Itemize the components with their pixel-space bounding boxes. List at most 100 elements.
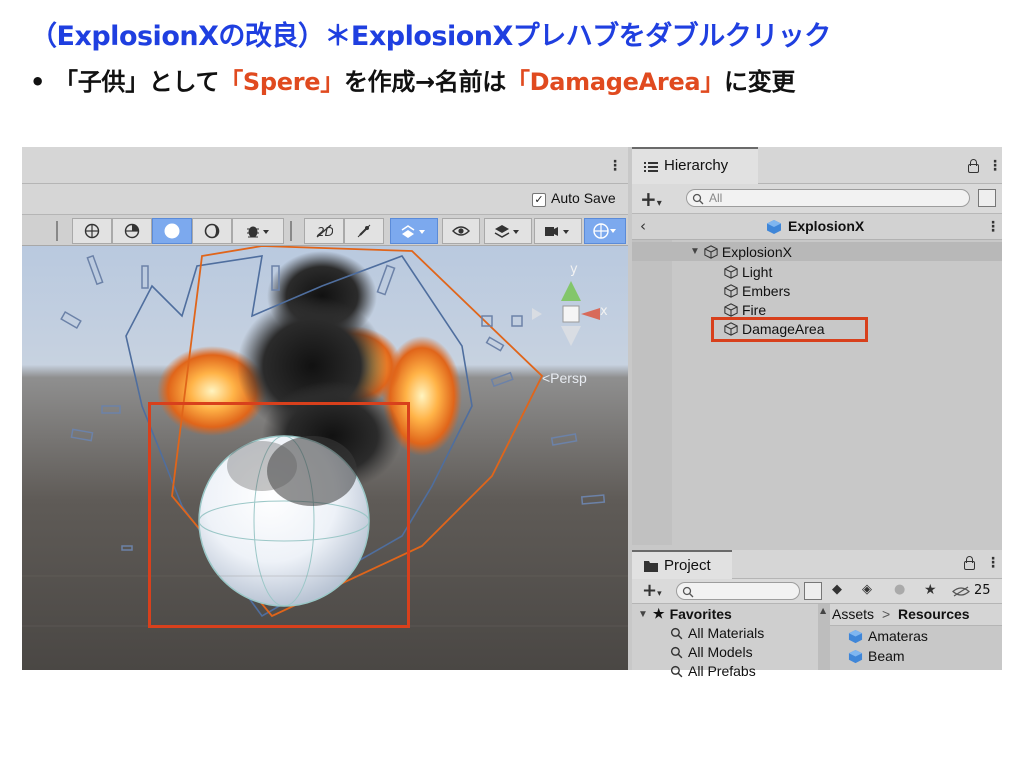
lock-icon[interactable] <box>968 159 979 173</box>
hierarchy-gutter <box>632 240 672 545</box>
list-icon <box>644 162 658 172</box>
layers-icon[interactable] <box>484 218 532 244</box>
label-tag-icon[interactable]: ◈ <box>862 582 872 597</box>
breadcrumb-resources[interactable]: Resources <box>898 606 970 622</box>
prefab-icon <box>767 220 781 234</box>
hidden-eye-icon[interactable] <box>952 586 970 597</box>
global-icon[interactable] <box>72 218 112 244</box>
scene-tabbar: ⋮ <box>22 147 628 184</box>
hidden-count: 25 <box>974 583 991 598</box>
svg-text:2D: 2D <box>317 225 333 238</box>
tree-item-explosionx[interactable]: ▼ ExplosionX <box>690 242 792 261</box>
prefab-menu-icon[interactable]: ⋮ <box>986 220 1000 234</box>
asset-label: Amateras <box>868 628 928 644</box>
project-tabbar: ⋮ <box>732 550 1002 579</box>
axis-x-label: x <box>600 304 608 319</box>
favorite-all-materials[interactable]: All Materials <box>670 625 764 641</box>
expand-arrow-icon[interactable]: ▼ <box>690 246 700 257</box>
search-by-type-icon[interactable] <box>804 582 822 600</box>
favorite-star-icon[interactable]: ★ <box>924 582 937 598</box>
bullet-text-1: 「子供」として <box>54 68 220 96</box>
gizmos-icon[interactable] <box>584 218 626 244</box>
hierarchy-tab-label: Hierarchy <box>664 157 729 174</box>
breadcrumb: Assets > Resources <box>830 604 1002 626</box>
toolbar-grip <box>56 221 58 241</box>
filter-type-icon[interactable]: ◆ <box>832 582 842 597</box>
persp-label[interactable]: <Persp <box>542 370 587 386</box>
asset-label: Beam <box>868 648 905 664</box>
scene-menu-icon[interactable]: ⋮ <box>608 159 622 173</box>
camera-icon[interactable] <box>534 218 582 244</box>
asset-amateras[interactable]: Amateras <box>848 628 928 644</box>
prefab-header-title: ExplosionX <box>788 218 865 234</box>
create-button[interactable]: +▾ <box>640 187 662 211</box>
project-search-input[interactable] <box>676 582 800 600</box>
search-by-type-icon[interactable] <box>978 189 996 207</box>
project-menu-icon[interactable]: ⋮ <box>986 556 1000 570</box>
hierarchy-tabbar: ⋮ <box>758 147 1002 184</box>
hierarchy-tree: ▼ ExplosionX Light Embers Fire DamageAre… <box>632 240 1002 545</box>
asset-beam[interactable]: Beam <box>848 648 905 664</box>
search-icon <box>692 193 704 205</box>
bullet-highlight-damagearea: 「DamageArea」 <box>505 68 725 96</box>
gameobject-icon <box>724 264 738 279</box>
effects-icon[interactable] <box>390 218 438 244</box>
project-assets-panel: Assets > Resources Amateras Beam <box>830 604 1002 670</box>
scene-toolbar: 2D <box>22 214 628 246</box>
star-icon: ★ <box>652 606 665 621</box>
breadcrumb-assets[interactable]: Assets <box>832 606 874 622</box>
autosave-checkbox[interactable]: ✓ <box>532 193 546 207</box>
tree-item-label: Embers <box>742 282 791 299</box>
bullet-highlight-spere: 「Spere」 <box>219 68 344 96</box>
prefab-header: ‹ ExplosionX ⋮ <box>632 214 1002 240</box>
tree-item-embers[interactable]: Embers <box>724 281 790 300</box>
hierarchy-menu-icon[interactable]: ⋮ <box>988 159 1002 173</box>
2d-toggle-icon[interactable]: 2D <box>304 218 344 244</box>
slide-title: （ExplosionXの改良）＊ExplosionXプレハブをダブルクリック <box>30 21 831 52</box>
back-arrow-icon[interactable]: ‹ <box>640 217 646 235</box>
add-asset-button[interactable]: +▾ <box>642 580 662 601</box>
autosave-row: ✓ Auto Save <box>22 184 628 214</box>
search-icon <box>682 586 694 598</box>
scene-panel: ⋮ ✓ Auto Save 2D y x <Persp <box>22 147 628 670</box>
favorites-header[interactable]: ▼ ★ Favorites <box>638 606 732 622</box>
lock-icon[interactable] <box>964 556 975 570</box>
favorite-all-prefabs[interactable]: All Prefabs <box>670 663 756 679</box>
project-tab[interactable]: Project <box>632 550 732 579</box>
lighting-icon[interactable] <box>344 218 384 244</box>
prefab-icon <box>848 649 863 663</box>
project-panel: Project ⋮ +▾ ◆ ◈ ● ★ 25 ▼ ★ Favorites Al… <box>632 550 1002 679</box>
tree-item-label: Light <box>742 263 773 280</box>
hierarchy-tab[interactable]: Hierarchy <box>632 147 758 184</box>
scroll-up-icon[interactable]: ▲ <box>820 606 826 615</box>
project-scrollbar[interactable]: ▲ <box>818 604 830 670</box>
bullet-line: • 「子供」として「Spere」を作成→名前は「DamageArea」に変更 <box>30 62 795 97</box>
breadcrumb-separator: > <box>882 606 891 622</box>
gameobject-icon <box>724 283 738 298</box>
disabled-icon: ● <box>894 582 906 597</box>
project-toolbar: +▾ ◆ ◈ ● ★ 25 <box>632 579 1002 604</box>
favorite-label: All Models <box>688 644 753 660</box>
bullet-text-3: に変更 <box>724 68 796 96</box>
bullet-marker: • <box>30 68 46 96</box>
shaded-sphere-icon[interactable] <box>152 218 192 244</box>
gameobject-icon <box>724 302 738 317</box>
tree-item-light[interactable]: Light <box>724 262 772 281</box>
expand-arrow-icon[interactable]: ▼ <box>638 609 648 620</box>
folder-icon <box>644 561 658 572</box>
axis-y-label: y <box>570 262 578 277</box>
favorites-label: Favorites <box>669 606 732 622</box>
scene-viewport[interactable]: y x <Persp <box>22 246 628 670</box>
hierarchy-search-input[interactable]: All <box>686 189 970 207</box>
bug-icon[interactable] <box>232 218 284 244</box>
gameobject-icon <box>704 244 718 259</box>
search-icon <box>670 665 683 677</box>
visibility-icon[interactable] <box>442 218 480 244</box>
pivot-icon[interactable] <box>112 218 152 244</box>
wireframe-sphere-icon[interactable] <box>192 218 232 244</box>
favorite-all-models[interactable]: All Models <box>670 644 753 660</box>
prefab-icon <box>848 629 863 643</box>
project-tab-label: Project <box>664 557 711 574</box>
hierarchy-panel: Hierarchy ⋮ +▾ All ‹ ExplosionX ⋮ ▼ Expl… <box>632 147 1002 545</box>
search-icon <box>670 627 683 639</box>
